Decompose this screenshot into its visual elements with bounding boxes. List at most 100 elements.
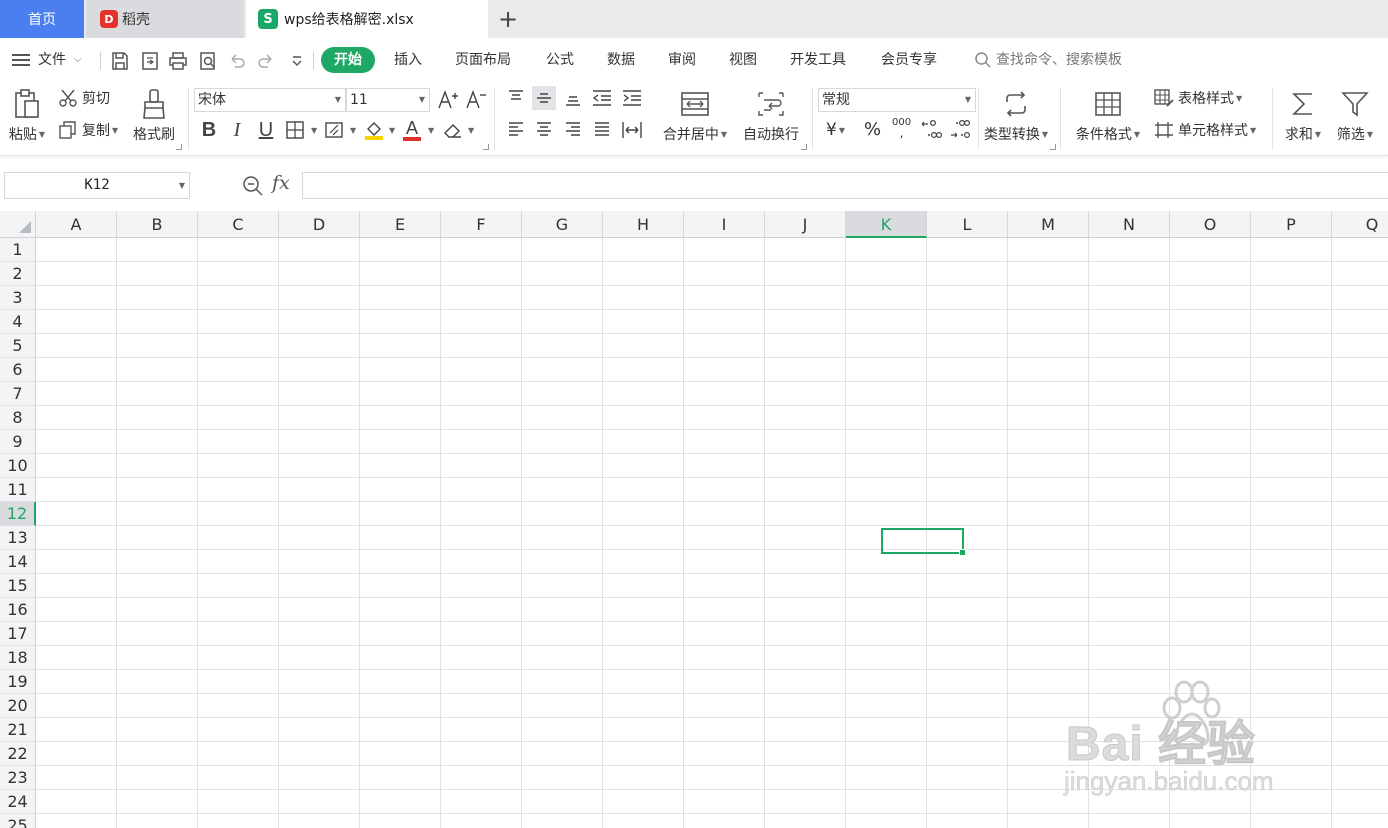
command-search[interactable]: 查找命令、搜索模板: [974, 48, 1122, 72]
menu-tab-member[interactable]: 会员专享: [881, 48, 937, 72]
tab-home[interactable]: 首页: [0, 0, 84, 38]
column-header-f[interactable]: F: [441, 211, 522, 238]
row-header-8[interactable]: 8: [0, 406, 36, 430]
select-all-button[interactable]: [0, 211, 36, 238]
fill-pattern-icon[interactable]: [323, 118, 347, 142]
cell-style-button[interactable]: 单元格样式 ▼: [1153, 120, 1256, 140]
zoom-search-icon[interactable]: [242, 175, 264, 201]
export-pdf-icon[interactable]: [139, 50, 161, 72]
row-header-5[interactable]: 5: [0, 334, 36, 358]
print-icon[interactable]: [167, 50, 189, 72]
active-cell-k12[interactable]: [881, 528, 966, 556]
row-header-24[interactable]: 24: [0, 790, 36, 814]
conditional-format-button[interactable]: 条件格式 ▼: [1070, 86, 1146, 144]
percent-format-button[interactable]: %: [864, 119, 881, 140]
row-header-14[interactable]: 14: [0, 550, 36, 574]
formula-input[interactable]: [302, 172, 1388, 199]
menu-tab-data[interactable]: 数据: [607, 48, 635, 72]
number-format-select[interactable]: 常规 ▼: [818, 88, 976, 112]
column-header-n[interactable]: N: [1089, 211, 1170, 238]
column-header-m[interactable]: M: [1008, 211, 1089, 238]
print-preview-icon[interactable]: [197, 50, 219, 72]
column-header-c[interactable]: C: [198, 211, 279, 238]
row-header-9[interactable]: 9: [0, 430, 36, 454]
column-header-j[interactable]: J: [765, 211, 846, 238]
row-header-20[interactable]: 20: [0, 694, 36, 718]
column-header-b[interactable]: B: [117, 211, 198, 238]
justify-icon[interactable]: [590, 118, 614, 142]
chevron-down-icon[interactable]: ▼: [350, 126, 356, 135]
paste-button[interactable]: 粘贴 ▼: [6, 86, 48, 144]
row-header-16[interactable]: 16: [0, 598, 36, 622]
chevron-down-icon[interactable]: ▼: [468, 126, 474, 135]
eraser-icon[interactable]: [441, 118, 465, 142]
undo-icon[interactable]: [226, 50, 248, 72]
decrease-indent-icon[interactable]: [590, 86, 614, 110]
column-header-g[interactable]: G: [522, 211, 603, 238]
row-header-6[interactable]: 6: [0, 358, 36, 382]
menu-tab-review[interactable]: 审阅: [668, 48, 696, 72]
menu-tab-developer[interactable]: 开发工具: [790, 48, 846, 72]
wrap-text-button[interactable]: 自动换行: [738, 86, 804, 144]
column-header-h[interactable]: H: [603, 211, 684, 238]
save-icon[interactable]: [109, 50, 131, 72]
row-header-1[interactable]: 1: [0, 238, 36, 262]
name-box[interactable]: K12 ▼: [4, 172, 190, 199]
align-left-icon[interactable]: [504, 118, 528, 142]
dialog-launcher-icon[interactable]: [801, 144, 807, 150]
chevron-down-icon[interactable]: ▼: [389, 126, 395, 135]
row-header-19[interactable]: 19: [0, 670, 36, 694]
row-header-11[interactable]: 11: [0, 478, 36, 502]
row-header-10[interactable]: 10: [0, 454, 36, 478]
menu-tab-insert[interactable]: 插入: [394, 48, 422, 72]
sum-button[interactable]: 求和 ▼: [1280, 86, 1326, 144]
row-header-12[interactable]: 12: [0, 502, 36, 526]
tab-document[interactable]: S wps给表格解密.xlsx: [246, 0, 488, 38]
column-header-q[interactable]: Q: [1332, 211, 1388, 238]
decrease-decimal-icon[interactable]: [948, 118, 972, 142]
increase-indent-icon[interactable]: [620, 86, 644, 110]
distribute-icon[interactable]: [620, 118, 644, 142]
row-header-18[interactable]: 18: [0, 646, 36, 670]
column-header-l[interactable]: L: [927, 211, 1008, 238]
table-style-button[interactable]: 表格样式 ▼: [1153, 88, 1242, 108]
type-convert-button[interactable]: 类型转换 ▼: [980, 86, 1052, 144]
align-top-icon[interactable]: [504, 86, 528, 110]
font-name-select[interactable]: 宋体 ▼: [194, 88, 346, 112]
align-middle-icon[interactable]: [532, 86, 556, 110]
cut-button[interactable]: 剪切: [58, 88, 110, 108]
format-painter-button[interactable]: 格式刷: [130, 86, 178, 144]
new-tab-plus-icon[interactable]: +: [494, 5, 522, 33]
column-header-i[interactable]: I: [684, 211, 765, 238]
column-header-o[interactable]: O: [1170, 211, 1251, 238]
row-header-23[interactable]: 23: [0, 766, 36, 790]
underline-icon[interactable]: U: [254, 118, 278, 142]
font-color-icon[interactable]: A: [400, 118, 424, 142]
row-header-4[interactable]: 4: [0, 310, 36, 334]
file-menu-button[interactable]: 文件 ⌵: [12, 48, 82, 72]
insert-function-icon[interactable]: fx: [272, 172, 290, 194]
row-header-25[interactable]: 25: [0, 814, 36, 828]
menu-tab-formula[interactable]: 公式: [546, 48, 574, 72]
filter-button[interactable]: 筛选 ▼: [1332, 86, 1378, 144]
borders-icon[interactable]: [283, 118, 307, 142]
row-header-15[interactable]: 15: [0, 574, 36, 598]
column-header-d[interactable]: D: [279, 211, 360, 238]
menu-tab-page-layout[interactable]: 页面布局: [455, 48, 511, 72]
tab-daoke[interactable]: D 稻壳: [86, 0, 244, 38]
increase-decimal-icon[interactable]: [919, 118, 943, 142]
font-size-select[interactable]: 11 ▼: [346, 88, 430, 112]
decrease-font-size-icon[interactable]: [464, 88, 488, 112]
column-header-k[interactable]: K: [846, 211, 927, 238]
fill-color-icon[interactable]: [362, 118, 386, 142]
increase-font-size-icon[interactable]: [436, 88, 460, 112]
chevron-down-icon[interactable]: ▼: [428, 126, 434, 135]
thousands-separator-button[interactable]: 000,: [892, 118, 911, 140]
column-header-p[interactable]: P: [1251, 211, 1332, 238]
customize-toolbar-chevron-icon[interactable]: [286, 50, 308, 72]
align-right-icon[interactable]: [561, 118, 585, 142]
dialog-launcher-icon[interactable]: [483, 144, 489, 150]
copy-button[interactable]: 复制 ▼: [58, 120, 118, 140]
dialog-launcher-icon[interactable]: [1050, 144, 1056, 150]
bold-icon[interactable]: B: [197, 118, 221, 142]
